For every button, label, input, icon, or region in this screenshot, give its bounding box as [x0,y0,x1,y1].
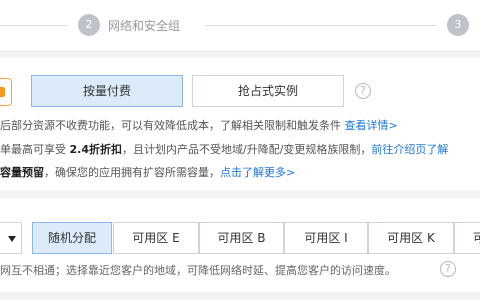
step-connector [205,25,437,26]
step-connector [0,25,68,26]
zone-i[interactable]: 可用区 I [284,222,368,254]
intro-page-link[interactable]: 前往介绍页了解 [371,143,448,156]
discount-highlight: 2.4折折扣 [69,143,123,156]
help-icon[interactable]: ? [355,83,371,99]
pay-as-you-go-option[interactable]: 按量付费 [31,75,183,107]
step-2-label: 网络和安全组 [108,19,181,33]
preemptible-instance-option[interactable]: 抢占式实例 [192,75,344,107]
learn-more-link[interactable]: 点击了解更多> [220,166,295,179]
step-2-number: 2 [78,14,100,36]
billing-note-1: 后部分资源不收费功能，可以有效降低成本，了解相关限制和触发条件 查看详情> [0,119,398,132]
zone-help-icon[interactable]: ? [440,261,456,277]
region-dropdown[interactable] [0,222,22,254]
divider [0,292,480,300]
billing-note-2: 单最高可享受 2.4折折扣，且计划内产品不受地域/升降配/变更规格族限制，前往介… [0,143,449,156]
view-details-link[interactable]: 查看详情> [345,119,398,132]
step-3-number: 3 [447,14,469,36]
warning-icon [0,78,12,106]
zone-random[interactable]: 随机分配 [32,222,112,254]
zone-b[interactable]: 可用区 B [199,222,284,254]
billing-note-3: 容量预留，确保您的应用拥有扩容所需容量，点击了解更多> [0,166,296,179]
caret-down-icon [8,236,16,242]
zone-more[interactable]: 可 [454,222,480,254]
zone-tip: 网互不相通；选择靠近您客户的地域，可降低网络时延、提高您客户的访问速度。 [0,264,396,277]
zone-e[interactable]: 可用区 E [113,222,199,254]
step-bar: 2 网络和安全组 3 [0,0,480,52]
capacity-reservation-highlight: 容量预留 [0,166,44,179]
zone-k[interactable]: 可用区 K [368,222,454,254]
